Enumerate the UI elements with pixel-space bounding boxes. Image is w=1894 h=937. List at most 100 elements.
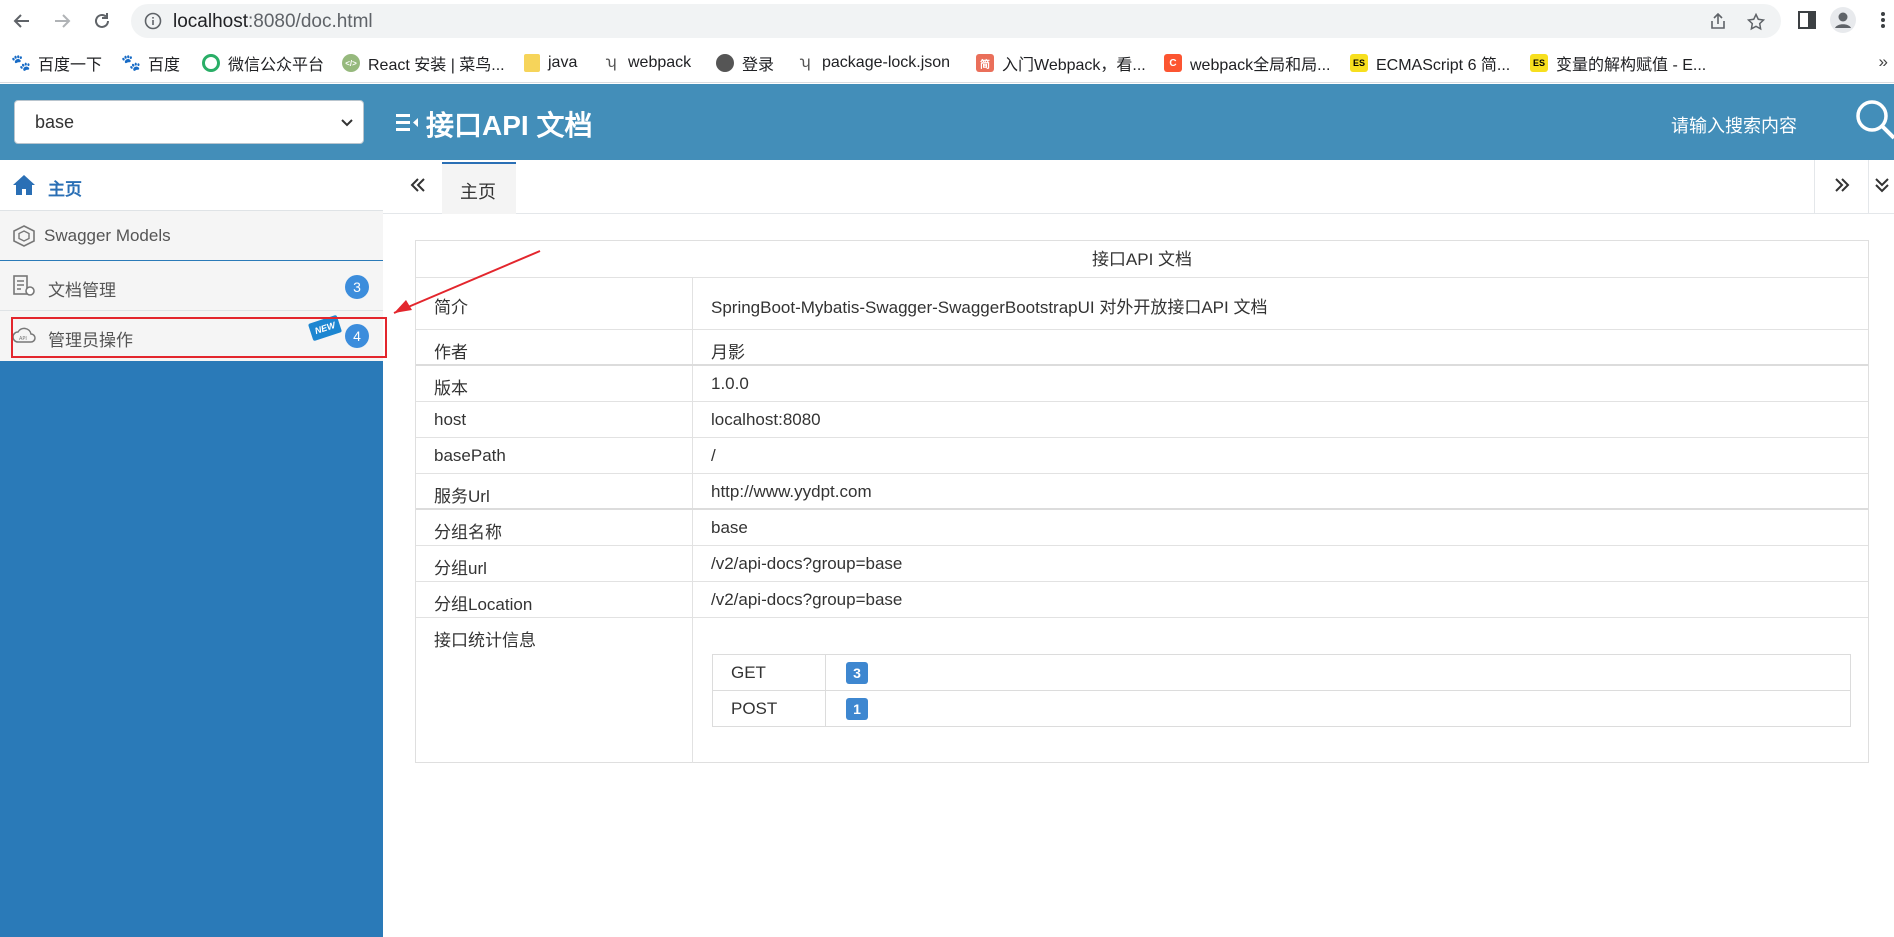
row-key: 接口统计信息 bbox=[434, 631, 536, 650]
bookmark-label: webpack全局和局... bbox=[1190, 57, 1331, 74]
sidebar-item-label: 文档管理 bbox=[48, 281, 116, 300]
bookmark-label: 百度一下 bbox=[38, 57, 103, 74]
row-key: 分组名称 bbox=[434, 523, 502, 542]
sidebar-item-label: Swagger Models bbox=[44, 226, 171, 245]
count-badge: 3 bbox=[846, 662, 868, 684]
bookmark-baidu-search[interactable]: 🐾 百度一下 bbox=[11, 52, 103, 74]
bookmark-webpack-intro[interactable]: 简 入门Webpack，看... bbox=[976, 52, 1146, 74]
kebab-menu-icon[interactable] bbox=[1878, 9, 1888, 31]
table-row: 作者 月影 bbox=[416, 330, 1868, 366]
baidu-paw-icon: 🐾 bbox=[11, 55, 31, 72]
row-value: /v2/api-docs?group=base bbox=[711, 590, 903, 609]
bookmark-wechat[interactable]: 微信公众平台 bbox=[202, 52, 324, 74]
table-title: 接口API 文档 bbox=[416, 241, 1868, 278]
bookmark-label: 入门Webpack，看... bbox=[1002, 57, 1146, 74]
profile-avatar-icon[interactable] bbox=[1830, 7, 1856, 33]
bookmark-label: ECMAScript 6 简... bbox=[1376, 57, 1511, 74]
url-host: localhost bbox=[173, 11, 248, 32]
share-icon[interactable] bbox=[1709, 13, 1727, 31]
info-icon[interactable] bbox=[144, 12, 162, 30]
row-key: 版本 bbox=[434, 379, 468, 398]
tab-home[interactable]: 主页 bbox=[442, 162, 516, 214]
url-path: :8080/doc.html bbox=[248, 11, 373, 32]
bookmark-baidu[interactable]: 🐾 百度 bbox=[121, 52, 181, 74]
back-button[interactable] bbox=[10, 9, 34, 33]
tab-scroll-right-button[interactable] bbox=[1814, 160, 1868, 214]
http-method: GET bbox=[731, 663, 766, 682]
row-value: 月影 bbox=[711, 343, 745, 362]
table-row: 版本 1.0.0 bbox=[416, 366, 1868, 402]
browser-toolbar: localhost:8080/doc.html bbox=[0, 0, 1894, 42]
row-key: 作者 bbox=[434, 343, 468, 362]
page-title: 接口API 文档 bbox=[426, 110, 593, 141]
home-icon bbox=[13, 175, 35, 195]
csdn-icon: C bbox=[1164, 54, 1182, 72]
count-badge: 3 bbox=[345, 275, 369, 299]
group-select-value: base bbox=[35, 112, 75, 132]
bookmark-label: 登录 bbox=[742, 57, 775, 74]
stats-row: POST 1 bbox=[713, 691, 1850, 727]
bookmark-react-runoob[interactable]: </> React 安装 | 菜鸟... bbox=[342, 52, 505, 74]
star-icon[interactable] bbox=[1747, 13, 1765, 31]
bookmark-login[interactable]: 登录 bbox=[716, 52, 774, 74]
sidebar-item-doc-management[interactable]: 文档管理 3 bbox=[0, 261, 383, 311]
search-icon[interactable] bbox=[1850, 98, 1894, 142]
sidebar: 主页 Swagger Models 文档管理 3 API 管理员操作 NEW 4 bbox=[0, 160, 387, 937]
arrow-left-icon bbox=[13, 14, 29, 28]
menu-toggle-icon[interactable] bbox=[396, 112, 418, 132]
bookmark-webpack-global[interactable]: C webpack全局和局... bbox=[1164, 52, 1331, 74]
bookmark-webpack[interactable]: ʮ webpack bbox=[602, 52, 692, 74]
bookmark-label: 百度 bbox=[148, 57, 181, 74]
group-select[interactable]: base bbox=[14, 100, 364, 144]
bookmark-package-lock[interactable]: ʮ package-lock.json bbox=[796, 52, 951, 74]
es-icon: ES bbox=[1350, 54, 1368, 72]
jianshu-icon: 简 bbox=[976, 54, 994, 72]
table-row: host localhost:8080 bbox=[416, 402, 1868, 438]
bookmark-ecmascript[interactable]: ES ECMAScript 6 简... bbox=[1350, 52, 1510, 74]
bookmark-label: React 安装 | 菜鸟... bbox=[368, 57, 505, 74]
stats-row: GET 3 bbox=[713, 655, 1850, 691]
bookmark-destructuring[interactable]: ES 变量的解构赋值 - E... bbox=[1530, 52, 1706, 74]
sidebar-item-home[interactable]: 主页 bbox=[0, 160, 383, 211]
row-key: host bbox=[434, 410, 467, 429]
bookmarks-bar: 🐾 百度一下 🐾 百度 微信公众平台 </> React 安装 | 菜鸟... … bbox=[0, 42, 1894, 83]
bookmark-label: webpack bbox=[628, 54, 692, 71]
folder-icon bbox=[524, 54, 540, 72]
url-text[interactable]: localhost:8080/doc.html bbox=[173, 11, 373, 33]
count-badge: 1 bbox=[846, 698, 868, 720]
webpack-icon: ʮ bbox=[799, 54, 811, 71]
row-value: /v2/api-docs?group=base bbox=[711, 554, 903, 573]
forward-button[interactable] bbox=[50, 9, 74, 33]
bookmarks-overflow-button[interactable]: » bbox=[1879, 52, 1888, 72]
search-input[interactable]: 请输入搜索内容 bbox=[1671, 112, 1797, 138]
doc-info-table: 接口API 文档 简介 SpringBoot-Mybatis-Swagger-S… bbox=[415, 240, 1869, 763]
http-method: POST bbox=[731, 699, 778, 718]
tab-options-button[interactable] bbox=[1868, 160, 1894, 214]
app-header: base 接口API 文档 请输入搜索内容 bbox=[0, 84, 1894, 160]
side-panel-icon[interactable] bbox=[1796, 9, 1818, 31]
reload-button[interactable] bbox=[90, 9, 114, 33]
row-key: 分组url bbox=[434, 559, 487, 578]
row-key: 分组Location bbox=[434, 595, 533, 614]
arrow-right-icon bbox=[55, 14, 71, 28]
table-row: basePath / bbox=[416, 438, 1868, 474]
row-value: 1.0.0 bbox=[711, 374, 749, 393]
row-value: http://www.yydpt.com bbox=[711, 482, 872, 501]
sidebar-item-swagger-models[interactable]: Swagger Models bbox=[0, 211, 383, 261]
tab-label: 主页 bbox=[460, 182, 496, 202]
baidu-paw-icon: 🐾 bbox=[121, 55, 141, 72]
table-row: 分组名称 base bbox=[416, 510, 1868, 546]
doc-settings-icon bbox=[13, 275, 35, 296]
row-value: localhost:8080 bbox=[711, 410, 821, 429]
row-value: SpringBoot-Mybatis-Swagger-SwaggerBootst… bbox=[711, 298, 1268, 317]
double-chevron-left-icon[interactable] bbox=[407, 174, 429, 196]
row-value: / bbox=[711, 446, 716, 465]
chevron-down-icon bbox=[341, 119, 353, 127]
bookmark-label: package-lock.json bbox=[822, 54, 951, 71]
row-key: 简介 bbox=[434, 298, 468, 317]
es-icon: ES bbox=[1530, 54, 1548, 72]
bookmark-java[interactable]: java bbox=[524, 52, 577, 74]
address-bar[interactable]: localhost:8080/doc.html bbox=[131, 4, 1781, 38]
double-chevron-down-icon bbox=[1875, 178, 1889, 193]
table-row: 分组url /v2/api-docs?group=base bbox=[416, 546, 1868, 582]
